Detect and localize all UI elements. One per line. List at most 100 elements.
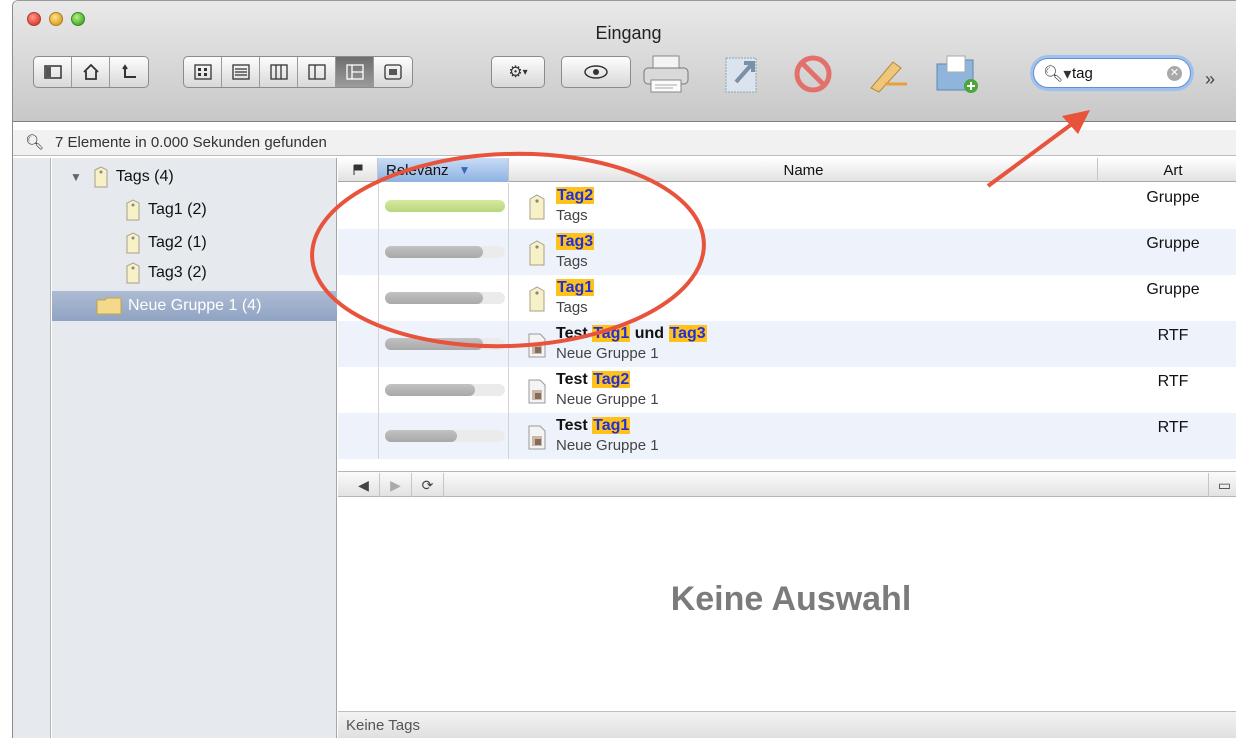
disclosure-triangle-icon[interactable]: ▼ xyxy=(70,170,82,184)
folder-icon xyxy=(96,297,122,315)
table-row[interactable]: Test Tag1 und Tag3 Neue Gruppe 1 RTF xyxy=(338,321,1236,367)
three-pane-view-button[interactable] xyxy=(336,57,374,87)
preview-pane: Keine Auswahl xyxy=(338,498,1236,711)
column-label: Relevanz xyxy=(386,161,449,179)
main-pane: Relevanz ▼ Name Art Tag2 Tags Gruppe Tag3 Ta… xyxy=(338,158,1236,738)
row-location: Neue Gruppe 1 xyxy=(556,437,659,454)
forward-button[interactable]: ▶ xyxy=(380,473,412,497)
sidebar-item-tag1[interactable]: Tag1 (2) xyxy=(124,195,207,225)
row-kind: RTF xyxy=(1157,373,1189,390)
table-row[interactable]: Test Tag2 Neue Gruppe 1 RTF xyxy=(338,367,1236,413)
search-result-count: 7 Elemente in 0.000 Sekunden gefunden xyxy=(55,134,327,151)
delete-icon[interactable] xyxy=(788,54,838,94)
print-icon[interactable] xyxy=(641,54,691,94)
relevance-cell xyxy=(378,321,509,367)
app-window: Eingang ⚙ ▾ 🔍︎▾ tag ✕ » 🔍︎ 7 Elemente in… xyxy=(12,0,1236,738)
relevance-bar-fill xyxy=(385,200,505,212)
tag-icon xyxy=(126,199,140,221)
sidebar-gutter xyxy=(13,158,51,738)
column-view-button[interactable] xyxy=(260,57,298,87)
quicklook-button[interactable] xyxy=(562,57,630,87)
split-view-icon xyxy=(307,64,326,80)
back-to-parent-button[interactable] xyxy=(110,57,148,87)
sidebar-item-neue-gruppe-1[interactable]: Neue Gruppe 1 (4) xyxy=(52,291,337,321)
relevance-bar-fill xyxy=(385,292,484,304)
chevron-down-icon: ▾ xyxy=(522,66,528,78)
preview-view-button[interactable] xyxy=(374,57,412,87)
relevance-bar xyxy=(385,200,505,212)
sidebar-item-label: Tag2 (1) xyxy=(148,234,207,251)
row-kind: RTF xyxy=(1157,327,1189,344)
search-match-highlight: Tag1 xyxy=(592,325,631,342)
rtf-document-icon xyxy=(528,425,546,450)
back-button[interactable]: ◀ xyxy=(348,473,380,497)
row-title-text: Test xyxy=(556,417,593,434)
tags-bar[interactable]: Keine Tags xyxy=(338,711,1236,738)
flag-icon xyxy=(353,164,362,175)
preview-view-icon xyxy=(384,64,402,80)
sidebar-item-tags[interactable]: ▼ Tags (4) xyxy=(70,162,174,192)
kind-column-header[interactable]: Art xyxy=(1098,158,1236,182)
sidebar-toggle-button[interactable] xyxy=(34,57,72,87)
row-title-text: Test xyxy=(556,371,593,388)
open-externally-icon[interactable] xyxy=(718,54,768,94)
sidebar-item-tag3[interactable]: Tag3 (2) xyxy=(124,258,207,288)
icon-view-button[interactable] xyxy=(184,57,222,87)
table-row[interactable]: Tag2 Tags Gruppe xyxy=(338,183,1236,229)
relevance-bar xyxy=(385,384,505,396)
no-selection-label: Keine Auswahl xyxy=(670,580,912,618)
row-location: Tags xyxy=(556,253,588,270)
search-field[interactable]: 🔍︎▾ tag ✕ xyxy=(1033,58,1191,88)
split-view-button[interactable] xyxy=(298,57,336,87)
flag-column-header[interactable] xyxy=(338,158,378,182)
search-match-highlight: Tag1 xyxy=(592,417,631,434)
reload-icon: ⟳ xyxy=(421,476,434,493)
toolbar-overflow-icon[interactable]: » xyxy=(1205,69,1215,90)
list-view-button[interactable] xyxy=(222,57,260,87)
search-match-highlight: Tag1 xyxy=(556,279,595,296)
row-kind: Gruppe xyxy=(1146,281,1200,298)
preview-options-button[interactable]: ▭ xyxy=(1208,473,1236,497)
row-title-text: Test xyxy=(556,325,593,342)
edit-pen-icon[interactable] xyxy=(863,54,913,94)
action-menu-group: ⚙ ▾ xyxy=(491,56,545,88)
relevance-column-header[interactable]: Relevanz ▼ xyxy=(378,158,509,182)
reload-button[interactable]: ⟳ xyxy=(412,473,444,497)
row-title: Test Tag2 xyxy=(556,371,631,389)
return-arrow-icon xyxy=(122,64,136,78)
search-match-highlight: Tag3 xyxy=(668,325,707,342)
home-button[interactable] xyxy=(72,57,110,87)
column-label: Name xyxy=(783,161,824,179)
name-column-header[interactable]: Name xyxy=(510,158,1098,182)
table-row[interactable]: Tag1 Tags Gruppe xyxy=(338,275,1236,321)
sidebar-item-tag2[interactable]: Tag2 (1) xyxy=(124,228,207,258)
table-row[interactable]: Test Tag1 Neue Gruppe 1 RTF xyxy=(338,413,1236,459)
sidebar: ▼ Tags (4) Tag1 (2) Tag2 (1) Tag3 (2) Ne… xyxy=(52,158,337,738)
row-location: Neue Gruppe 1 xyxy=(556,345,659,362)
row-title: Tag2 xyxy=(556,187,595,205)
search-input[interactable]: tag xyxy=(1072,65,1093,82)
clear-search-icon[interactable]: ✕ xyxy=(1167,66,1182,81)
table-header: Relevanz ▼ Name Art xyxy=(338,158,1236,182)
search-status-bar: 🔍︎ 7 Elemente in 0.000 Sekunden gefunden xyxy=(13,130,1236,156)
table-row[interactable]: Tag3 Tags Gruppe xyxy=(338,229,1236,275)
relevance-bar-fill xyxy=(385,430,457,442)
row-kind: Gruppe xyxy=(1146,235,1200,252)
action-menu-button[interactable]: ⚙ ▾ xyxy=(492,57,544,87)
eye-icon xyxy=(584,65,608,79)
relevance-bar xyxy=(385,338,505,350)
row-location: Tags xyxy=(556,207,588,224)
sort-descending-icon: ▼ xyxy=(458,163,471,177)
preview-navigation-bar: ◀ ▶ ⟳ ▭ xyxy=(338,471,1236,497)
relevance-bar xyxy=(385,246,505,258)
search-icon: 🔍︎ xyxy=(25,134,45,151)
new-group-icon[interactable] xyxy=(933,54,983,94)
sidebar-item-label: Tags (4) xyxy=(115,168,174,185)
relevance-cell xyxy=(378,367,509,413)
rtf-document-icon xyxy=(528,333,546,358)
tag-icon xyxy=(529,286,545,312)
sidebar-item-label: Neue Gruppe 1 (4) xyxy=(128,297,262,314)
icon-view-icon xyxy=(193,64,212,80)
three-pane-view-icon xyxy=(345,64,364,80)
row-title: Test Tag1 xyxy=(556,417,631,435)
